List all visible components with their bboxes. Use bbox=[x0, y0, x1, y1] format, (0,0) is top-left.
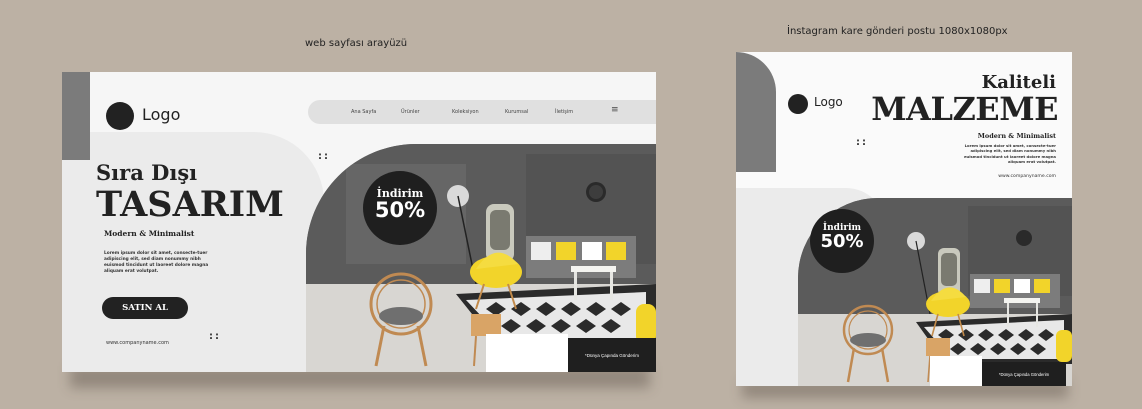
logo-circle-icon[interactable] bbox=[106, 102, 134, 130]
web-body-text: Lorem ipsum dolor sit amet, consecte-tue… bbox=[104, 251, 209, 274]
ig-white-block bbox=[930, 356, 982, 386]
dots-decoration-icon: :: bbox=[856, 137, 868, 148]
web-subheading: Modern & Minimalist bbox=[104, 229, 195, 238]
ig-url[interactable]: www.companyname.com bbox=[998, 174, 1056, 179]
web-white-block bbox=[486, 334, 568, 372]
web-mockup: Logo Ana Sayfa Ürünler Koleksiyon Kurums… bbox=[62, 72, 656, 372]
instagram-mockup: Logo Kaliteli MALZEME Modern & Minimalis… bbox=[736, 52, 1072, 386]
nav-item-ana-sayfa[interactable]: Ana Sayfa bbox=[351, 109, 376, 115]
ig-gray-accent bbox=[736, 52, 776, 172]
hamburger-icon[interactable]: ≡ bbox=[611, 105, 619, 115]
nav-item-urunler[interactable]: Ürünler bbox=[401, 109, 420, 115]
discount-badge: İndirim 50% bbox=[810, 209, 874, 273]
ig-body-text: Lorem ipsum dolor sit amet, consecte-tue… bbox=[963, 143, 1056, 164]
dots-decoration-icon: :: bbox=[318, 151, 330, 162]
logo-circle-icon[interactable] bbox=[788, 94, 808, 114]
nav-item-koleksiyon[interactable]: Koleksiyon bbox=[452, 109, 479, 115]
ig-heading-big: MALZEME bbox=[871, 90, 1058, 128]
discount-badge: İndirim 50% bbox=[363, 171, 437, 245]
web-caption: web sayfası arayüzü bbox=[305, 38, 408, 49]
web-url[interactable]: www.companyname.com bbox=[106, 340, 169, 346]
nav-item-kurumsal[interactable]: Kurumsal bbox=[505, 109, 528, 115]
web-logo-text[interactable]: Logo bbox=[142, 105, 180, 124]
web-gray-accent bbox=[62, 72, 90, 160]
web-heading-big: TASARIM bbox=[96, 184, 284, 225]
worldwide-shipping-badge[interactable]: *Dünya Çapında Gönderim bbox=[568, 338, 656, 372]
discount-value: 50% bbox=[374, 198, 426, 222]
discount-value: 50% bbox=[820, 231, 864, 252]
buy-button[interactable]: SATIN AL bbox=[102, 297, 188, 319]
ig-logo-text[interactable]: Logo bbox=[814, 95, 843, 109]
dots-decoration-icon: :: bbox=[209, 331, 221, 342]
worldwide-shipping-badge[interactable]: *Dünya Çapında Gönderim bbox=[982, 362, 1066, 386]
web-heading-small: Sıra Dışı bbox=[96, 160, 198, 185]
nav-item-iletisim[interactable]: İletişim bbox=[555, 109, 573, 115]
ig-subheading: Modern & Minimalist bbox=[977, 132, 1056, 140]
instagram-caption: İnstagram kare gönderi postu 1080x1080px bbox=[787, 26, 1008, 37]
